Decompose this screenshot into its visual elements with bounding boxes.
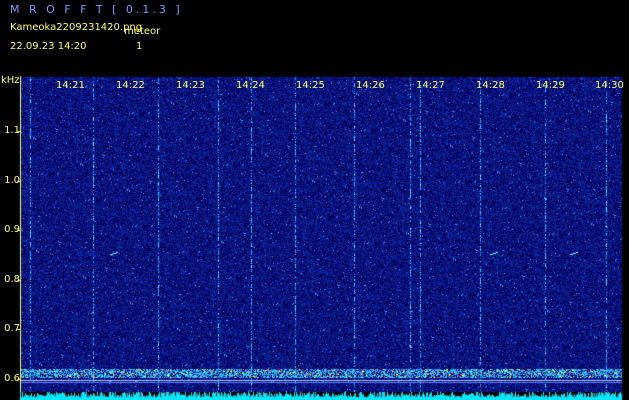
- x-tick-label: 14:25: [296, 80, 325, 91]
- x-tick-label: 14:29: [536, 80, 565, 91]
- x-tick-label: 14:28: [476, 80, 505, 91]
- meteor-count: 1: [136, 41, 143, 52]
- x-tick-label: 14:26: [356, 80, 385, 91]
- x-tick-label: 14:24: [236, 80, 265, 91]
- datetime-label: 22.09.23 14:20: [10, 41, 87, 52]
- y-tick-label: 0.8: [4, 274, 20, 285]
- x-tick-label: 14:30: [595, 80, 624, 91]
- spectrogram-canvas: [0, 0, 629, 400]
- meteor-label: meteor: [124, 26, 161, 37]
- y-tick-label: 0.9: [4, 224, 20, 235]
- y-tick-label: 0.7: [4, 323, 20, 334]
- y-tick-label: 0.6: [4, 373, 20, 384]
- x-tick-label: 14:23: [176, 80, 205, 91]
- y-tick-label: 1.1: [4, 125, 20, 136]
- filename-label: Kameoka2209231420.png: [10, 22, 143, 33]
- x-tick-label: 14:22: [116, 80, 145, 91]
- x-tick-label: 14:21: [56, 80, 85, 91]
- y-tick-label: 1.0: [4, 175, 20, 186]
- y-axis-unit: kHz: [1, 75, 20, 86]
- app-title: M R O F F T [ 0.1.3 ]: [10, 3, 183, 16]
- x-tick-label: 14:27: [416, 80, 445, 91]
